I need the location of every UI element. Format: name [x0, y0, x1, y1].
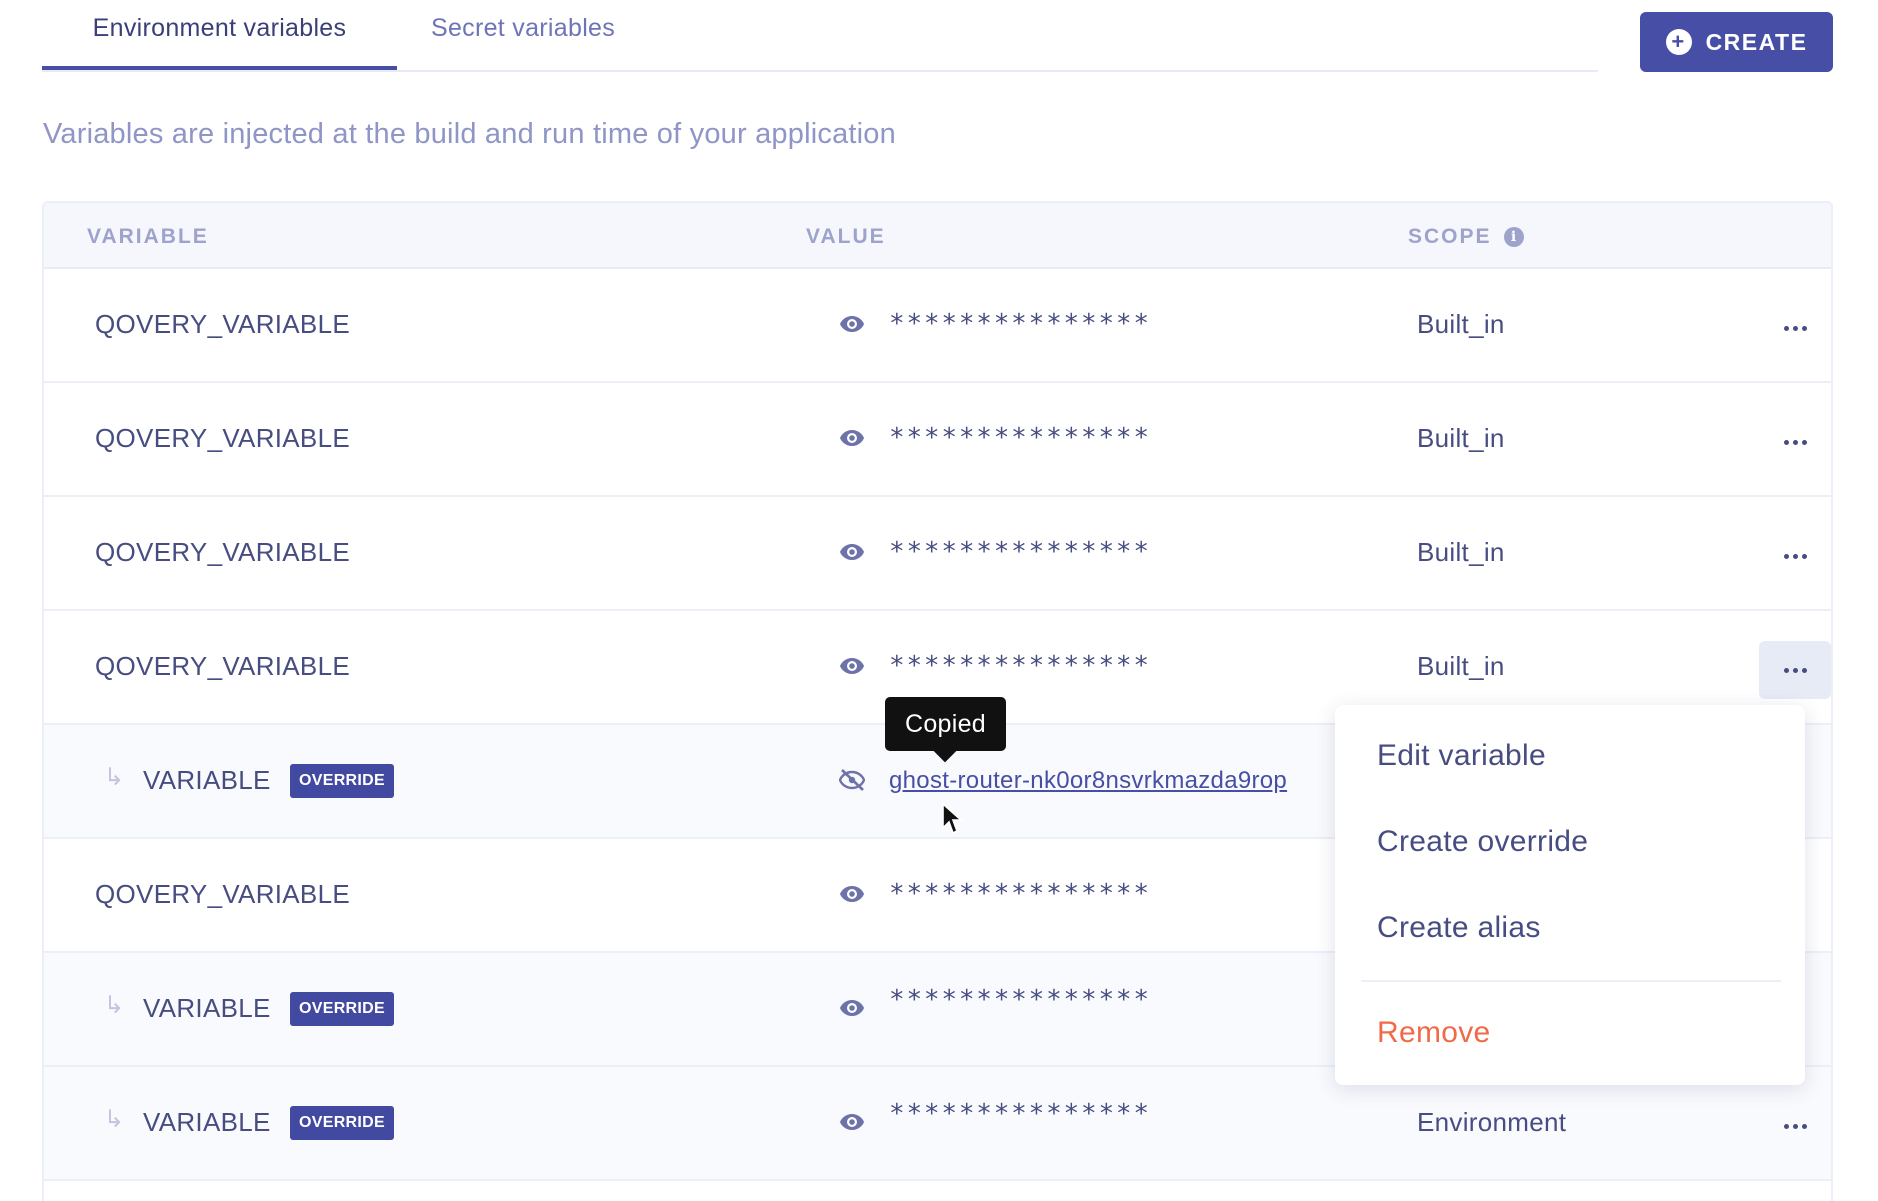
ellipsis-icon[interactable] [1759, 299, 1831, 357]
menu-item-create-override[interactable]: Create override [1377, 825, 1588, 859]
eye-icon[interactable] [839, 997, 865, 1019]
variable-value: *************** [889, 537, 1151, 567]
variable-scope: Built_in [1417, 537, 1505, 567]
column-header-scope-label: SCOPE [1408, 225, 1492, 248]
variable-scope: Environment [1417, 1107, 1567, 1137]
variable-name: VARIABLE [143, 993, 271, 1023]
column-header-variable: VARIABLE [87, 225, 209, 248]
override-badge: OVERRIDE [290, 992, 394, 1026]
menu-item-create-alias[interactable]: Create alias [1377, 911, 1541, 945]
info-icon[interactable]: i [1503, 227, 1524, 247]
variable-scope: Built_in [1417, 651, 1505, 681]
variable-name: QOVERY_VARIABLE [95, 651, 350, 681]
table-row: QOVERY_VARIABLE *************** Built_in [44, 497, 1831, 611]
variable-value: *************** [889, 309, 1151, 339]
ellipsis-icon[interactable] [1759, 527, 1831, 585]
variable-scope: Built_in [1417, 423, 1505, 453]
subdirectory-arrow-icon: ↳ [104, 1106, 125, 1133]
table-row: QOVERY_VARIABLE *************** Built_in [44, 269, 1831, 383]
variable-name: QOVERY_VARIABLE [95, 423, 350, 453]
variable-value: *************** [889, 423, 1151, 453]
tab-environment-variables[interactable]: Environment variables [42, 14, 397, 70]
column-header-scope: SCOPE i [1408, 225, 1524, 249]
override-badge: OVERRIDE [290, 1106, 394, 1140]
column-header-value: VALUE [806, 225, 886, 248]
subdirectory-arrow-icon: ↳ [104, 992, 125, 1019]
create-button-label: CREATE [1705, 28, 1808, 55]
eye-icon[interactable] [839, 541, 865, 563]
variable-name: QOVERY_VARIABLE [95, 309, 350, 339]
eye-icon[interactable] [839, 883, 865, 905]
variable-value: *************** [889, 1099, 1151, 1129]
variable-value-link[interactable]: ghost-router-nk0or8nsvrkmazda9rop [889, 767, 1287, 795]
variable-value: *************** [889, 651, 1151, 681]
variable-name: VARIABLE [143, 1107, 271, 1137]
eye-icon[interactable] [839, 655, 865, 677]
override-badge: OVERRIDE [290, 764, 394, 798]
page-subtitle: Variables are injected at the build and … [43, 118, 896, 150]
menu-item-remove[interactable]: Remove [1377, 1016, 1491, 1050]
variable-name: VARIABLE [143, 765, 271, 795]
eye-icon[interactable] [839, 313, 865, 335]
plus-circle-icon: + [1665, 29, 1692, 55]
variable-scope: Built_in [1417, 309, 1505, 339]
create-button[interactable]: + CREATE [1640, 12, 1833, 72]
ellipsis-icon[interactable] [1759, 413, 1831, 471]
menu-divider [1361, 980, 1781, 982]
eye-slash-icon[interactable] [839, 769, 865, 791]
eye-icon[interactable] [839, 1111, 865, 1133]
ellipsis-icon[interactable] [1759, 641, 1831, 699]
row-actions-menu: Edit variable Create override Create ali… [1335, 705, 1805, 1085]
variable-name: QOVERY_VARIABLE [95, 537, 350, 567]
tab-bar: Environment variables Secret variables [42, 0, 1598, 72]
variable-value: *************** [889, 985, 1151, 1015]
table-row: QOVERY_VARIABLE *************** Built_in [44, 383, 1831, 497]
variable-name: QOVERY_VARIABLE [95, 879, 350, 909]
subdirectory-arrow-icon: ↳ [104, 764, 125, 791]
tab-secret-variables[interactable]: Secret variables [431, 14, 615, 43]
eye-icon[interactable] [839, 427, 865, 449]
mouse-pointer-icon [942, 802, 964, 835]
ellipsis-icon[interactable] [1759, 1097, 1831, 1155]
menu-item-edit-variable[interactable]: Edit variable [1377, 739, 1546, 773]
table-header: VARIABLE VALUE SCOPE i [44, 203, 1831, 269]
variable-value: *************** [889, 879, 1151, 909]
copied-tooltip: Copied [885, 697, 1006, 751]
